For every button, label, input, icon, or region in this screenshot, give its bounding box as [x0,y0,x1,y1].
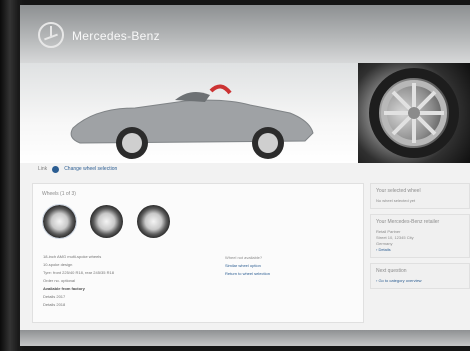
roadster-illustration [70,84,314,159]
wheel-thumbnails [42,204,170,239]
spec-line-strong: Available from factory [43,286,85,291]
spec-line: Details 2018 [43,302,66,307]
wheel-help-box: Wheel not available? Similar wheel optio… [225,254,325,278]
category-overview-link[interactable]: › Go to category overview [376,278,464,284]
wheels-panel-title: Wheels (1 of 3) [42,191,76,197]
next-question-box: Next question › Go to category overview [370,263,470,289]
spec-line: 18-inch AMG multi-spoke wheels [43,254,102,259]
browser-screen: Mercedes-Benz Link Change wheel selectio… [20,5,470,346]
wheel-option-2[interactable] [90,205,123,238]
help-title: Wheel not available? [225,255,263,260]
wheel-closeup-image [358,63,470,163]
selected-wheel-box: Your selected wheel No wheel selected ye… [370,183,470,209]
wheel-selection-link[interactable]: Link Change wheel selection [38,163,117,175]
wheel-option-3[interactable] [137,205,170,238]
link-prefix: Link [38,166,48,172]
wheel-option-1[interactable] [42,204,77,239]
spec-line: 10-spoke design [43,262,73,267]
selected-wheel-title: Your selected wheel [376,188,421,194]
site-header: Mercedes-Benz [20,5,470,63]
retailer-details-link[interactable]: › Details [376,247,464,253]
change-selection-label: Change wheel selection [64,166,118,172]
brand-name: Mercedes-Benz [72,29,160,43]
wheels-panel: Wheels (1 of 3) 18-inch AMG multi-spoke … [32,183,364,323]
footer-strip [20,330,470,346]
wheel-spec-list: 18-inch AMG multi-spoke wheels 10-spoke … [43,253,173,309]
retailer-title: Your Mercedes-Benz retailer [376,219,440,225]
spec-line: Order no. optional [43,278,76,283]
similar-wheel-link[interactable]: Similar wheel option [225,262,325,270]
sidebar: Your selected wheel No wheel selected ye… [370,183,470,321]
next-question-title: Next question [376,268,407,274]
spec-line: Tyre: front 225/40 R18, rear 245/35 R18 [43,270,114,275]
arrow-dot-icon [52,165,60,173]
selected-wheel-text: No wheel selected yet [376,198,416,203]
retailer-box: Your Mercedes-Benz retailer Retail Partn… [370,214,470,258]
spec-line: Details 2017 [43,294,66,299]
mercedes-star-logo[interactable] [38,22,64,48]
back-to-selection-link[interactable]: Return to wheel selection [225,270,325,278]
wheel-closeup-illustration [369,68,459,158]
